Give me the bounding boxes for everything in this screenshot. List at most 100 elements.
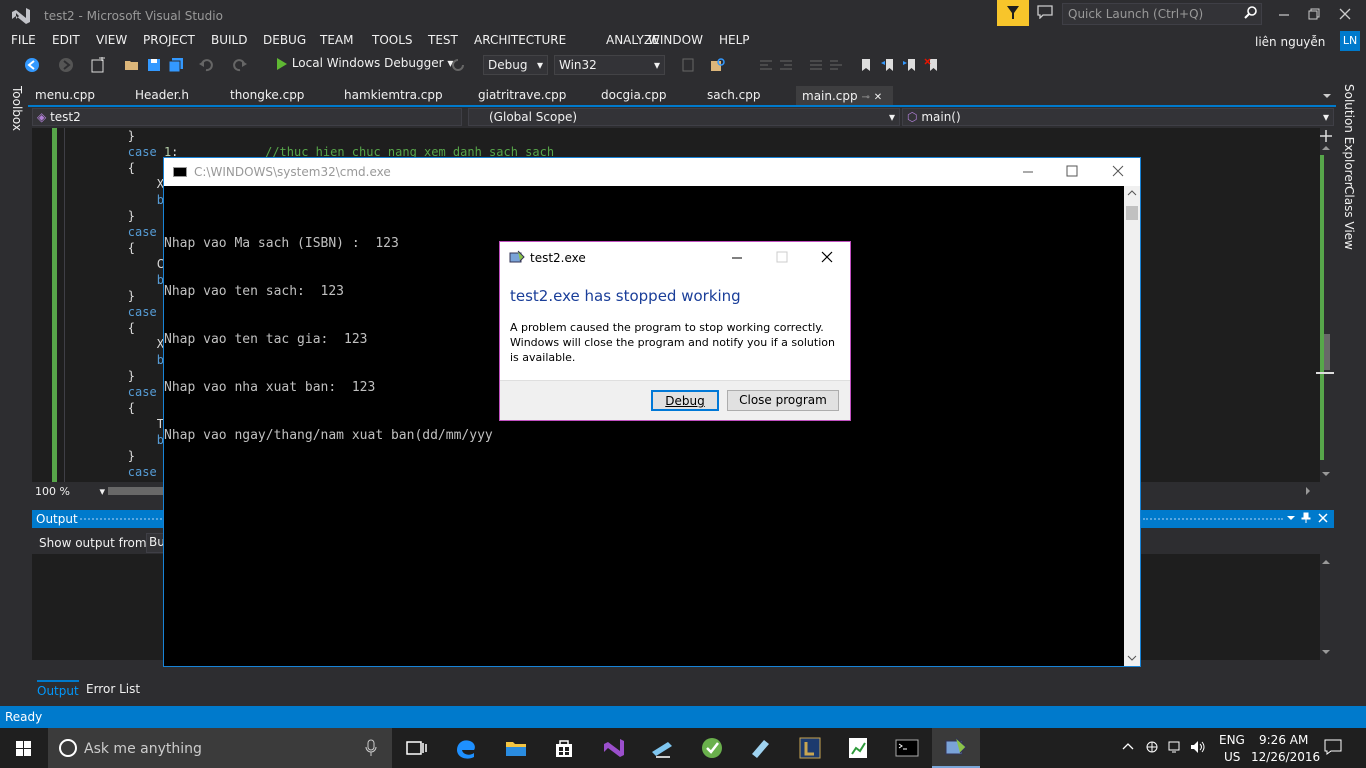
tab-close-icon[interactable]: ✕	[874, 92, 882, 103]
task-view-icon[interactable]	[402, 734, 430, 762]
start-debugging-button[interactable]: Local Windows Debugger ▾	[276, 56, 453, 76]
notifications-flag-icon[interactable]	[997, 0, 1029, 26]
restore-icon[interactable]	[1306, 6, 1322, 22]
menu-view[interactable]: VIEW	[96, 33, 127, 47]
save-icon[interactable]	[146, 57, 162, 73]
file-explorer-icon[interactable]	[502, 734, 530, 762]
output-scroll-down-icon[interactable]	[1321, 648, 1331, 656]
user-name[interactable]: liên nguyễn	[1255, 35, 1325, 49]
console-scroll-down-icon[interactable]	[1127, 654, 1137, 662]
close-panel-icon[interactable]	[1318, 513, 1328, 523]
menu-test[interactable]: TEST	[428, 33, 458, 47]
scroll-right-icon[interactable]	[1304, 486, 1312, 496]
console-scroll-thumb[interactable]	[1126, 206, 1138, 220]
show-hidden-icons-icon[interactable]	[1122, 742, 1134, 750]
tab-header-h[interactable]: Header.h	[135, 88, 189, 102]
outdent-icon[interactable]	[778, 57, 794, 73]
tab-hamkiemtra-cpp[interactable]: hamkiemtra.cpp	[344, 88, 443, 102]
quick-launch-input[interactable]: Quick Launch (Ctrl+Q)	[1062, 3, 1262, 25]
bookmark-icon[interactable]	[858, 57, 874, 73]
chart-app-icon[interactable]	[844, 734, 872, 762]
microphone-icon[interactable]	[364, 739, 378, 757]
pin-icon[interactable]: ⊸	[861, 92, 869, 103]
pin-panel-icon[interactable]	[1301, 512, 1311, 524]
menu-file[interactable]: FILE	[11, 33, 36, 47]
undo-icon[interactable]	[198, 57, 214, 73]
tab-main-cpp[interactable]: main.cpp ⊸ ✕	[796, 86, 893, 106]
console-minimize-icon[interactable]	[1022, 166, 1034, 178]
error-dialog[interactable]: test2.exe test2.exe has stopped working …	[499, 241, 851, 421]
tab-output[interactable]: Output	[37, 680, 79, 698]
network-tray-icon[interactable]	[1144, 739, 1160, 755]
feedback-icon[interactable]	[1037, 5, 1053, 19]
uncomment-icon[interactable]	[828, 57, 844, 73]
menu-project[interactable]: PROJECT	[143, 33, 195, 47]
refresh-icon[interactable]	[450, 57, 466, 73]
toolbox-tab[interactable]: Toolbox	[10, 86, 24, 131]
tab-error-list[interactable]: Error List	[86, 682, 140, 696]
test2-app-taskbar-icon[interactable]	[942, 734, 970, 762]
close-icon[interactable]	[1337, 6, 1353, 22]
input-language[interactable]: ENG	[1219, 733, 1245, 747]
project-dropdown[interactable]: ◈ test2	[32, 108, 462, 126]
menu-window[interactable]: WINDOW	[648, 33, 703, 47]
tab-sach-cpp[interactable]: sach.cpp	[707, 88, 760, 102]
volume-icon[interactable]	[1190, 740, 1206, 754]
back-icon[interactable]	[24, 57, 40, 73]
prev-bookmark-icon[interactable]	[880, 57, 896, 73]
wifi-icon[interactable]	[1168, 740, 1184, 754]
menu-edit[interactable]: EDIT	[52, 33, 80, 47]
panel-menu-icon[interactable]	[1286, 514, 1296, 522]
attach-icon[interactable]	[680, 57, 696, 73]
store-icon[interactable]	[550, 734, 578, 762]
class-view-tab[interactable]: Class View	[1342, 186, 1356, 250]
new-project-icon[interactable]	[90, 57, 106, 73]
platform-select[interactable]: Win32 ▾	[554, 55, 665, 75]
scroll-down-icon[interactable]	[1321, 470, 1331, 478]
command-prompt-taskbar-icon[interactable]	[893, 734, 921, 762]
comment-icon[interactable]	[808, 57, 824, 73]
clock-time[interactable]: 9:26 AM	[1259, 733, 1308, 747]
edge-browser-icon[interactable]	[452, 734, 480, 762]
solution-explorer-tab[interactable]: Solution Explorer	[1342, 84, 1356, 187]
console-scrollbar[interactable]	[1124, 186, 1140, 666]
league-of-legends-icon[interactable]	[796, 734, 824, 762]
scope-dropdown[interactable]: (Global Scope) ▾	[468, 108, 900, 126]
tab-giatritrave-cpp[interactable]: giatritrave.cpp	[478, 88, 566, 102]
configuration-select[interactable]: Debug ▾	[483, 55, 548, 75]
zoom-level[interactable]: 100 % ▾	[35, 485, 105, 498]
horizontal-scrollbar-thumb[interactable]	[108, 487, 168, 495]
clear-bookmarks-icon[interactable]	[924, 57, 940, 73]
output-scrollbar[interactable]	[1320, 554, 1334, 660]
align-icon[interactable]	[758, 57, 774, 73]
find-in-files-icon[interactable]	[710, 57, 726, 73]
tab-thongke-cpp[interactable]: thongke.cpp	[230, 88, 304, 102]
menu-team[interactable]: TEAM	[320, 33, 353, 47]
output-scroll-up-icon[interactable]	[1321, 558, 1331, 566]
split-icon[interactable]	[1320, 130, 1332, 142]
menu-build[interactable]: BUILD	[211, 33, 247, 47]
this-pc-icon[interactable]	[648, 734, 676, 762]
app-green-icon[interactable]	[698, 734, 726, 762]
menu-debug[interactable]: DEBUG	[263, 33, 306, 47]
tab-overflow-icon[interactable]	[1322, 92, 1332, 100]
dialog-close-icon[interactable]	[821, 251, 833, 263]
windows-start-icon[interactable]	[0, 728, 48, 768]
notes-app-icon[interactable]	[746, 734, 774, 762]
console-maximize-icon[interactable]	[1066, 165, 1078, 177]
scrollbar-thumb[interactable]	[1324, 334, 1330, 370]
avatar[interactable]: LN	[1340, 31, 1360, 51]
close-program-button[interactable]: Close program	[727, 390, 839, 411]
member-dropdown[interactable]: ⬡ main() ▾	[902, 108, 1334, 126]
visual-studio-taskbar-icon[interactable]	[600, 734, 628, 762]
next-bookmark-icon[interactable]	[902, 57, 918, 73]
minimize-icon[interactable]	[1276, 6, 1292, 22]
debug-button[interactable]: Debug	[651, 390, 719, 411]
menu-architecture[interactable]: ARCHITECTURE	[474, 33, 566, 47]
console-close-icon[interactable]	[1112, 165, 1124, 177]
action-center-icon[interactable]	[1324, 739, 1342, 755]
scroll-up-icon[interactable]	[1321, 144, 1331, 152]
menu-tools[interactable]: TOOLS	[372, 33, 413, 47]
console-scroll-up-icon[interactable]	[1127, 189, 1137, 197]
search-icon[interactable]	[1244, 6, 1258, 20]
